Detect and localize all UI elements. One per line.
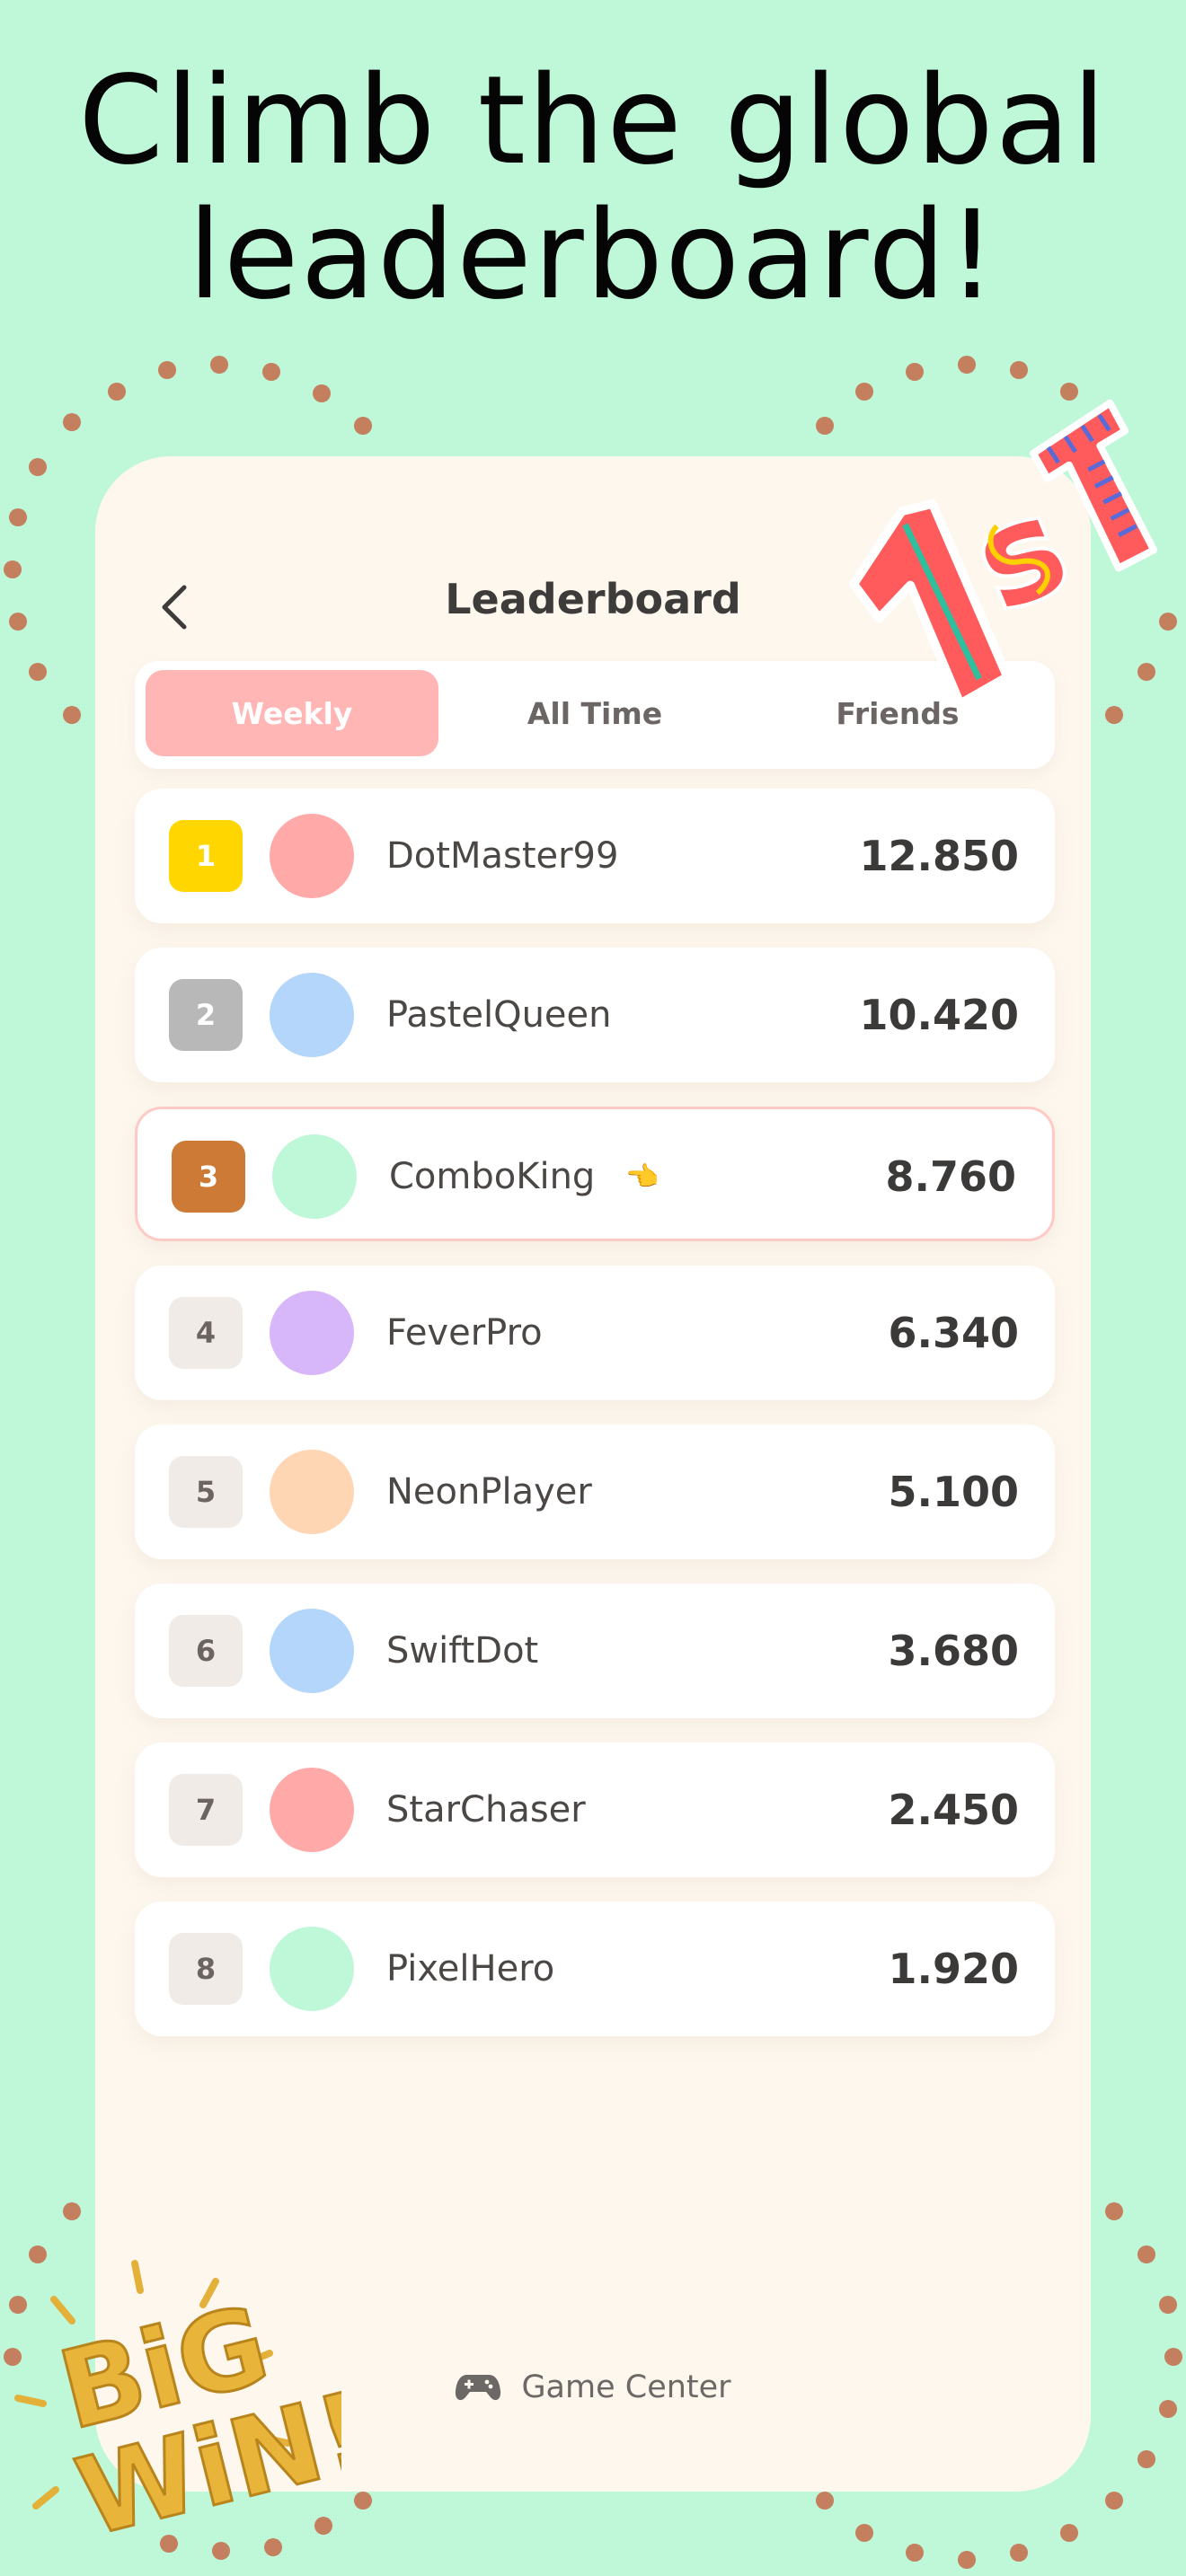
leaderboard-card: Leaderboard Weekly All Time Friends 1 Dot… (95, 456, 1091, 2492)
player-score: 2.450 (888, 1786, 1019, 1834)
player-name-text: StarChaser (386, 1789, 586, 1831)
avatar (270, 1609, 354, 1693)
avatar (270, 1768, 354, 1852)
rank-badge: 8 (169, 1933, 243, 2005)
player-name: StarChaser (386, 1742, 586, 1877)
avatar (270, 1450, 354, 1534)
player-name-text: NeonPlayer (386, 1471, 592, 1513)
rank-badge: 3 (172, 1141, 245, 1213)
rank-badge: 5 (169, 1456, 243, 1528)
player-name: SwiftDot (386, 1584, 538, 1718)
rank-badge: 7 (169, 1774, 243, 1846)
player-name-text: PastelQueen (386, 994, 612, 1036)
headline-line-2: leaderboard! (188, 185, 998, 327)
player-score: 12.850 (859, 832, 1019, 880)
player-name-text: ComboKing (389, 1156, 596, 1197)
player-name: DotMaster99 (386, 789, 618, 923)
leaderboard-row[interactable]: 2 PastelQueen 10.420 (135, 948, 1055, 1082)
player-score: 10.420 (859, 991, 1019, 1039)
big-win-sticker: BiG WiN! (14, 2260, 341, 2563)
player-name-text: FeverPro (386, 1312, 543, 1354)
leaderboard-row[interactable]: 3 ComboKing 👈 8.760 (135, 1107, 1055, 1241)
leaderboard-row[interactable]: 7 StarChaser 2.450 (135, 1742, 1055, 1877)
rank-badge: 2 (169, 979, 243, 1051)
player-score: 1.920 (888, 1945, 1019, 1993)
gamepad-icon (456, 2375, 501, 2401)
player-name: ComboKing 👈 (389, 1109, 659, 1244)
player-name: PixelHero (386, 1901, 554, 2036)
leaderboard-row[interactable]: 8 PixelHero 1.920 (135, 1901, 1055, 2036)
rank-badge: 4 (169, 1297, 243, 1369)
pointing-hand-icon: 👈 (625, 1160, 659, 1193)
player-score: 8.760 (885, 1152, 1016, 1201)
headline: Climb the global leaderboard! (0, 54, 1186, 323)
tab-all-time[interactable]: All Time (448, 670, 741, 756)
leaderboard-row[interactable]: 1 DotMaster99 12.850 (135, 789, 1055, 923)
first-place-sticker: s (849, 399, 1158, 709)
player-name: PastelQueen (386, 948, 612, 1082)
player-name-text: SwiftDot (386, 1630, 539, 1672)
player-score: 6.340 (888, 1309, 1019, 1357)
player-name: NeonPlayer (386, 1425, 592, 1559)
player-score: 3.680 (888, 1627, 1019, 1675)
game-center-label: Game Center (521, 2369, 731, 2405)
player-score: 5.100 (888, 1468, 1019, 1516)
leaderboard-row[interactable]: 5 NeonPlayer 5.100 (135, 1425, 1055, 1559)
leaderboard-row[interactable]: 6 SwiftDot 3.680 (135, 1584, 1055, 1718)
player-name-text: DotMaster99 (386, 835, 619, 877)
avatar (270, 814, 354, 898)
avatar (270, 1927, 354, 2011)
headline-line-1: Climb the global (78, 50, 1108, 192)
rank-badge: 1 (169, 820, 243, 892)
rank-badge: 6 (169, 1615, 243, 1687)
avatar (270, 973, 354, 1057)
tab-weekly[interactable]: Weekly (146, 670, 438, 756)
avatar (272, 1134, 357, 1219)
player-name: FeverPro (386, 1266, 543, 1400)
leaderboard-row[interactable]: 4 FeverPro 6.340 (135, 1266, 1055, 1400)
player-name-text: PixelHero (386, 1948, 555, 1989)
avatar (270, 1291, 354, 1375)
